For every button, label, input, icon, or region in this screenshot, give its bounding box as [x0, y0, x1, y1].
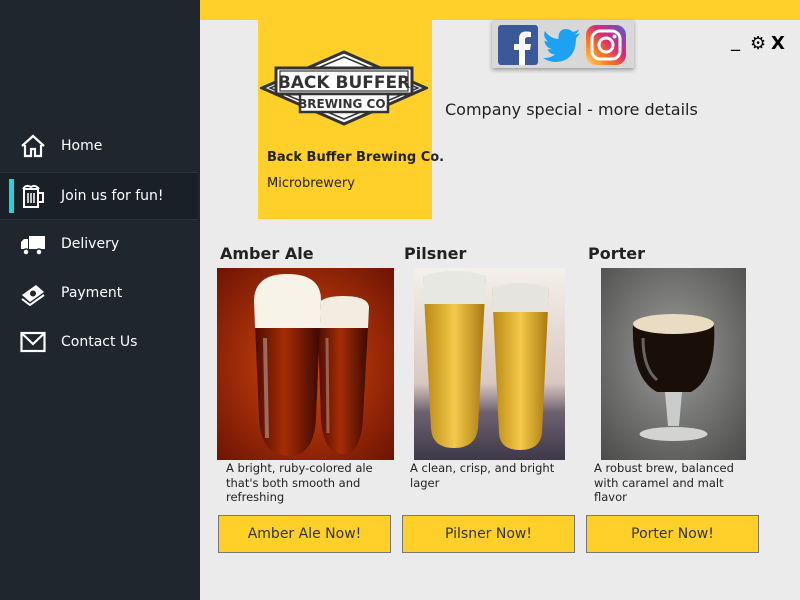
nav-item-contact[interactable]: Contact Us: [0, 319, 198, 365]
nav-item-home[interactable]: Home: [0, 123, 198, 169]
active-marker: [9, 179, 14, 213]
order-amber-ale-button[interactable]: Amber Ale Now!: [218, 515, 391, 553]
beer-desc-pilsner: A clean, crisp, and bright lager: [410, 461, 555, 490]
nav-label-delivery: Delivery: [61, 236, 120, 252]
nav-item-delivery[interactable]: Delivery: [0, 221, 198, 267]
company-type: Microbrewery: [267, 176, 355, 191]
beer-title-porter: Porter: [588, 244, 645, 263]
beer-title-pilsner: Pilsner: [404, 244, 467, 263]
money-icon: [21, 285, 45, 306]
beer-title-amber-ale: Amber Ale: [220, 244, 314, 263]
close-button[interactable]: X: [771, 33, 785, 54]
instagram-icon[interactable]: [586, 25, 626, 65]
nav-item-join-us[interactable]: Join us for fun!: [0, 172, 198, 220]
facebook-icon[interactable]: [498, 25, 538, 65]
nav-label-contact: Contact Us: [61, 334, 138, 350]
pilsner-photo: [414, 268, 565, 460]
order-porter-button[interactable]: Porter Now!: [586, 515, 759, 553]
svg-text:BACK BUFFER: BACK BUFFER: [278, 73, 410, 93]
beer-desc-amber-ale: A bright, ruby-colored ale that's both s…: [226, 461, 373, 504]
porter-photo: [601, 268, 746, 460]
social-links: [492, 20, 634, 68]
twitter-icon[interactable]: [542, 25, 582, 65]
nav-label-payment: Payment: [61, 285, 123, 301]
home-icon: [21, 134, 45, 158]
svg-text:BREWING CO.: BREWING CO.: [298, 97, 390, 111]
top-accent-bar: [200, 0, 800, 20]
sidebar: Home Join us for fun! Delivery Payment C…: [0, 0, 200, 600]
minimize-button[interactable]: _: [731, 31, 740, 52]
beer-desc-porter: A robust brew, balanced with caramel and…: [594, 461, 734, 504]
nav-label-home: Home: [61, 138, 103, 154]
company-special-link[interactable]: Company special - more details: [445, 100, 698, 119]
mail-icon: [20, 331, 46, 353]
nav-item-payment[interactable]: Payment: [0, 270, 198, 316]
company-name: Back Buffer Brewing Co.: [267, 150, 445, 165]
brewery-logo: BACK BUFFER BREWING CO.: [260, 50, 428, 126]
order-pilsner-button[interactable]: Pilsner Now!: [402, 515, 575, 553]
truck-icon: [21, 236, 45, 256]
amber-ale-photo: [217, 268, 394, 460]
nav-label-join-us: Join us for fun!: [61, 188, 164, 204]
beer-mug-icon: [22, 184, 44, 208]
gear-icon[interactable]: ⚙: [750, 33, 766, 54]
